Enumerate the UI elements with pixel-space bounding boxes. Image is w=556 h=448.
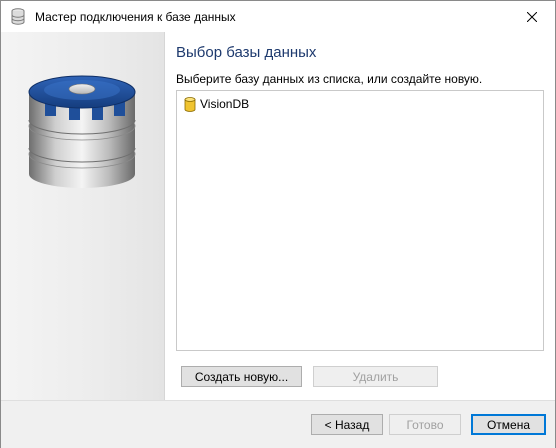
close-button[interactable] xyxy=(509,1,555,32)
database-icon xyxy=(184,96,196,112)
back-button[interactable]: < Назад xyxy=(311,414,383,435)
wizard-sidebar xyxy=(1,32,165,400)
cancel-button[interactable]: Отмена xyxy=(471,414,546,435)
wizard-footer: < Назад Готово Отмена xyxy=(1,400,555,448)
list-item-label: VisionDB xyxy=(200,97,250,111)
wizard-window: Мастер подключения к базе данных Выбор б… xyxy=(0,0,556,448)
window-title: Мастер подключения к базе данных xyxy=(35,10,236,24)
instruction-text: Выберите базу данных из списка, или созд… xyxy=(176,72,483,86)
database-icon xyxy=(11,8,25,25)
finish-button[interactable]: Готово xyxy=(389,414,461,435)
create-new-button[interactable]: Создать новую... xyxy=(181,366,302,387)
delete-button[interactable]: Удалить xyxy=(313,366,438,387)
database-illustration xyxy=(28,75,136,188)
database-list[interactable]: VisionDB xyxy=(176,90,544,351)
list-item[interactable]: VisionDB xyxy=(184,95,249,113)
title-bar: Мастер подключения к базе данных xyxy=(1,1,555,32)
close-icon xyxy=(527,11,537,22)
page-heading: Выбор базы данных xyxy=(176,44,317,61)
wizard-content: Выбор базы данных Выберите базу данных и… xyxy=(165,32,555,400)
